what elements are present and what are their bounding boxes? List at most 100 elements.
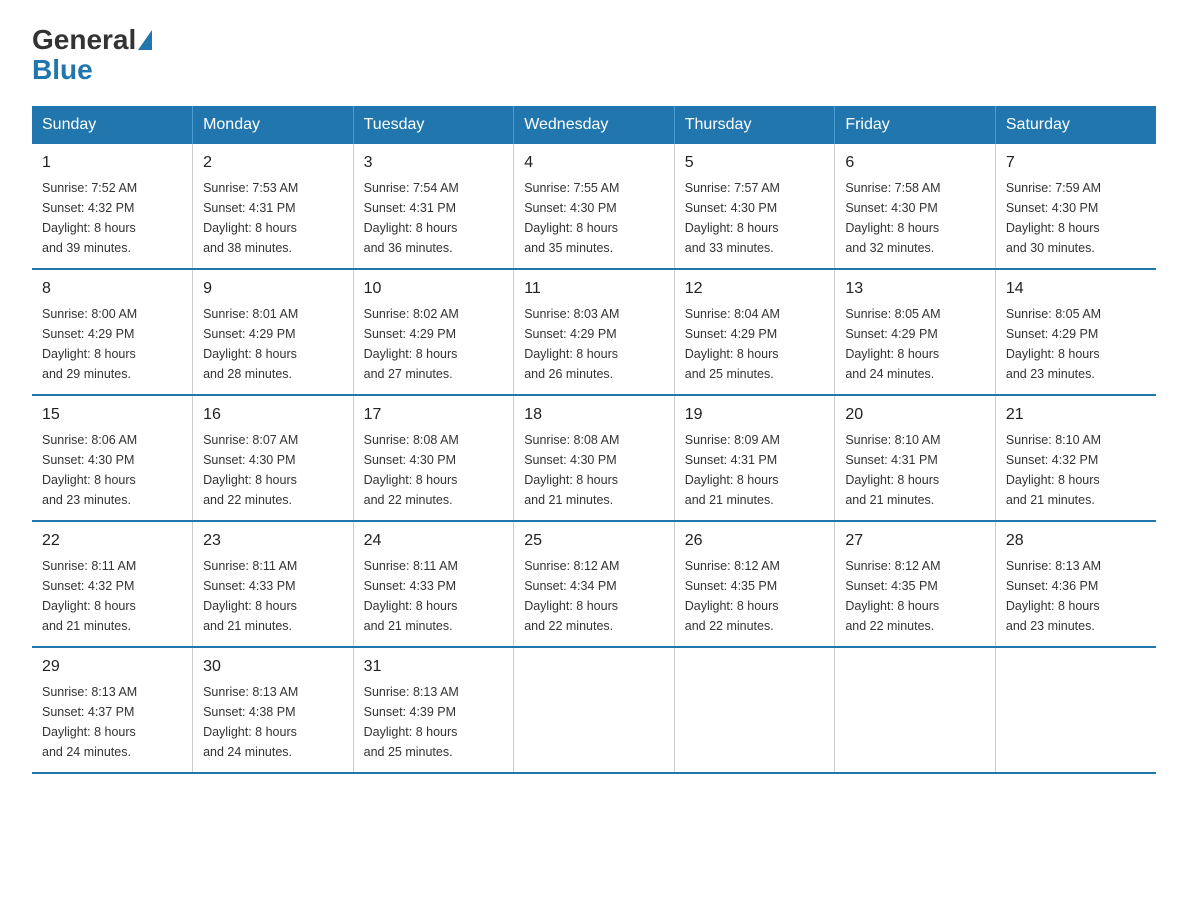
day-number: 13 (845, 280, 985, 298)
header-sunday: Sunday (32, 106, 193, 144)
day-info: Sunrise: 8:13 AMSunset: 4:37 PMDaylight:… (42, 682, 182, 762)
day-info: Sunrise: 8:10 AMSunset: 4:31 PMDaylight:… (845, 430, 985, 510)
calendar-cell: 1 Sunrise: 7:52 AMSunset: 4:32 PMDaylight… (32, 144, 193, 269)
day-number: 21 (1006, 406, 1146, 424)
day-info: Sunrise: 8:08 AMSunset: 4:30 PMDaylight:… (524, 430, 664, 510)
calendar-cell (514, 647, 675, 773)
day-number: 31 (364, 658, 504, 676)
calendar-cell: 10Sunrise: 8:02 AMSunset: 4:29 PMDayligh… (353, 269, 514, 395)
calendar-table: Sunday Monday Tuesday Wednesday Thursday… (32, 106, 1156, 774)
calendar-cell: 17 Sunrise: 8:08 AMSunset: 4:30 PMDayligh… (353, 395, 514, 521)
logo-triangle-icon (138, 30, 152, 50)
day-number: 1 (42, 154, 182, 172)
day-number: 3 (364, 154, 504, 172)
day-info: Sunrise: 8:00 AMSunset: 4:29 PMDaylight:… (42, 304, 182, 384)
calendar-cell: 9 Sunrise: 8:01 AMSunset: 4:29 PMDaylight… (193, 269, 354, 395)
calendar-cell: 6 Sunrise: 7:58 AMSunset: 4:30 PMDaylight… (835, 144, 996, 269)
day-info: Sunrise: 8:12 AMSunset: 4:34 PMDaylight:… (524, 556, 664, 636)
day-info: Sunrise: 8:06 AMSunset: 4:30 PMDaylight:… (42, 430, 182, 510)
logo: General Blue (32, 24, 154, 86)
day-info: Sunrise: 8:01 AMSunset: 4:29 PMDaylight:… (203, 304, 343, 384)
day-number: 5 (685, 154, 825, 172)
day-info: Sunrise: 8:04 AMSunset: 4:29 PMDaylight:… (685, 304, 825, 384)
calendar-cell: 11Sunrise: 8:03 AMSunset: 4:29 PMDayligh… (514, 269, 675, 395)
day-number: 14 (1006, 280, 1146, 298)
day-number: 22 (42, 532, 182, 550)
day-number: 4 (524, 154, 664, 172)
calendar-cell: 12Sunrise: 8:04 AMSunset: 4:29 PMDayligh… (674, 269, 835, 395)
header-wednesday: Wednesday (514, 106, 675, 144)
calendar-cell: 5 Sunrise: 7:57 AMSunset: 4:30 PMDaylight… (674, 144, 835, 269)
day-number: 28 (1006, 532, 1146, 550)
calendar-cell: 24 Sunrise: 8:11 AMSunset: 4:33 PMDayligh… (353, 521, 514, 647)
day-number: 27 (845, 532, 985, 550)
day-number: 30 (203, 658, 343, 676)
day-info: Sunrise: 8:09 AMSunset: 4:31 PMDaylight:… (685, 430, 825, 510)
calendar-cell: 14Sunrise: 8:05 AMSunset: 4:29 PMDayligh… (995, 269, 1156, 395)
page-header: General Blue (32, 24, 1156, 86)
day-info: Sunrise: 8:12 AMSunset: 4:35 PMDaylight:… (685, 556, 825, 636)
day-number: 29 (42, 658, 182, 676)
day-info: Sunrise: 7:59 AMSunset: 4:30 PMDaylight:… (1006, 178, 1146, 258)
day-number: 20 (845, 406, 985, 424)
calendar-cell (674, 647, 835, 773)
day-info: Sunrise: 8:11 AMSunset: 4:33 PMDaylight:… (203, 556, 343, 636)
day-number: 6 (845, 154, 985, 172)
day-info: Sunrise: 7:57 AMSunset: 4:30 PMDaylight:… (685, 178, 825, 258)
day-info: Sunrise: 7:52 AMSunset: 4:32 PMDaylight:… (42, 178, 182, 258)
day-info: Sunrise: 7:58 AMSunset: 4:30 PMDaylight:… (845, 178, 985, 258)
calendar-cell: 8 Sunrise: 8:00 AMSunset: 4:29 PMDaylight… (32, 269, 193, 395)
day-info: Sunrise: 8:13 AMSunset: 4:36 PMDaylight:… (1006, 556, 1146, 636)
logo-blue: Blue (32, 54, 93, 86)
day-info: Sunrise: 8:08 AMSunset: 4:30 PMDaylight:… (364, 430, 504, 510)
calendar-week-row: 29 Sunrise: 8:13 AMSunset: 4:37 PMDayligh… (32, 647, 1156, 773)
day-number: 17 (364, 406, 504, 424)
day-info: Sunrise: 7:53 AMSunset: 4:31 PMDaylight:… (203, 178, 343, 258)
calendar-cell (995, 647, 1156, 773)
calendar-cell: 16Sunrise: 8:07 AMSunset: 4:30 PMDayligh… (193, 395, 354, 521)
day-info: Sunrise: 8:05 AMSunset: 4:29 PMDaylight:… (845, 304, 985, 384)
calendar-week-row: 22 Sunrise: 8:11 AMSunset: 4:32 PMDayligh… (32, 521, 1156, 647)
header-thursday: Thursday (674, 106, 835, 144)
calendar-week-row: 15 Sunrise: 8:06 AMSunset: 4:30 PMDayligh… (32, 395, 1156, 521)
day-info: Sunrise: 8:13 AMSunset: 4:38 PMDaylight:… (203, 682, 343, 762)
calendar-cell: 31 Sunrise: 8:13 AMSunset: 4:39 PMDayligh… (353, 647, 514, 773)
calendar-cell: 27 Sunrise: 8:12 AMSunset: 4:35 PMDayligh… (835, 521, 996, 647)
calendar-cell: 28 Sunrise: 8:13 AMSunset: 4:36 PMDayligh… (995, 521, 1156, 647)
day-number: 15 (42, 406, 182, 424)
calendar-cell: 7 Sunrise: 7:59 AMSunset: 4:30 PMDaylight… (995, 144, 1156, 269)
day-info: Sunrise: 8:07 AMSunset: 4:30 PMDaylight:… (203, 430, 343, 510)
calendar-week-row: 1 Sunrise: 7:52 AMSunset: 4:32 PMDaylight… (32, 144, 1156, 269)
day-number: 8 (42, 280, 182, 298)
calendar-cell (835, 647, 996, 773)
calendar-cell: 19 Sunrise: 8:09 AMSunset: 4:31 PMDayligh… (674, 395, 835, 521)
header-saturday: Saturday (995, 106, 1156, 144)
day-info: Sunrise: 8:11 AMSunset: 4:32 PMDaylight:… (42, 556, 182, 636)
day-info: Sunrise: 8:02 AMSunset: 4:29 PMDaylight:… (364, 304, 504, 384)
header-tuesday: Tuesday (353, 106, 514, 144)
day-info: Sunrise: 7:54 AMSunset: 4:31 PMDaylight:… (364, 178, 504, 258)
logo-text: General (32, 24, 154, 56)
day-info: Sunrise: 8:12 AMSunset: 4:35 PMDaylight:… (845, 556, 985, 636)
day-number: 9 (203, 280, 343, 298)
day-number: 26 (685, 532, 825, 550)
day-number: 18 (524, 406, 664, 424)
day-number: 24 (364, 532, 504, 550)
day-info: Sunrise: 8:10 AMSunset: 4:32 PMDaylight:… (1006, 430, 1146, 510)
day-number: 7 (1006, 154, 1146, 172)
calendar-cell: 25Sunrise: 8:12 AMSunset: 4:34 PMDayligh… (514, 521, 675, 647)
day-info: Sunrise: 8:13 AMSunset: 4:39 PMDaylight:… (364, 682, 504, 762)
calendar-cell: 20 Sunrise: 8:10 AMSunset: 4:31 PMDayligh… (835, 395, 996, 521)
day-info: Sunrise: 8:03 AMSunset: 4:29 PMDaylight:… (524, 304, 664, 384)
calendar-cell: 30 Sunrise: 8:13 AMSunset: 4:38 PMDayligh… (193, 647, 354, 773)
header-friday: Friday (835, 106, 996, 144)
weekday-header-row: Sunday Monday Tuesday Wednesday Thursday… (32, 106, 1156, 144)
calendar-cell: 21 Sunrise: 8:10 AMSunset: 4:32 PMDayligh… (995, 395, 1156, 521)
calendar-week-row: 8 Sunrise: 8:00 AMSunset: 4:29 PMDaylight… (32, 269, 1156, 395)
header-monday: Monday (193, 106, 354, 144)
day-info: Sunrise: 8:11 AMSunset: 4:33 PMDaylight:… (364, 556, 504, 636)
day-number: 19 (685, 406, 825, 424)
calendar-cell: 22 Sunrise: 8:11 AMSunset: 4:32 PMDayligh… (32, 521, 193, 647)
calendar-cell: 26 Sunrise: 8:12 AMSunset: 4:35 PMDayligh… (674, 521, 835, 647)
calendar-cell: 18 Sunrise: 8:08 AMSunset: 4:30 PMDayligh… (514, 395, 675, 521)
